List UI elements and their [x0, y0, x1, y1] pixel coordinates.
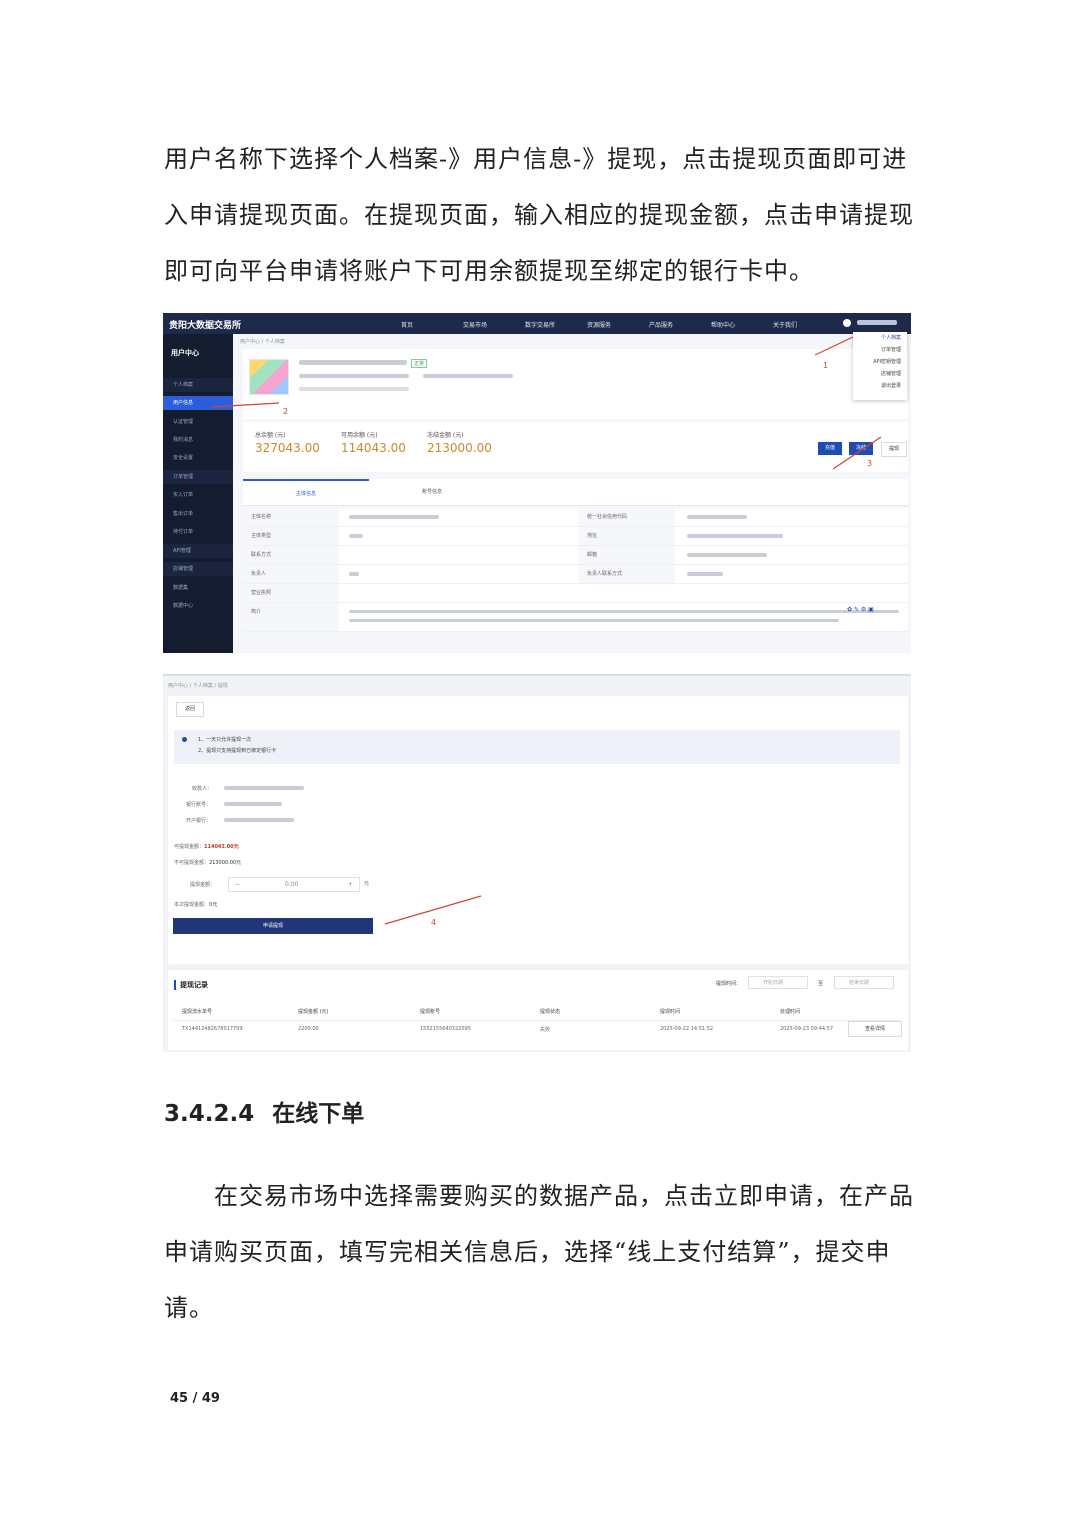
- withdraw-screenshot: 用户中心 / 个人档案 / 提现 返回 1、一天只允许提现一次 2、提现只支持提…: [163, 674, 911, 1052]
- table-cell: 2025-09-22 14:51:52: [660, 1026, 714, 1032]
- table-cell: 1552155640322095: [420, 1026, 471, 1032]
- column-header: 提现状态: [540, 1009, 561, 1015]
- table-divider: [174, 1020, 900, 1021]
- column-header: 提现流水单号: [182, 1009, 213, 1015]
- record-title: 提现记录: [174, 980, 208, 990]
- annotation-arrows: [210, 336, 882, 470]
- withdraw-record-panel: 提现记录 提现时间： 开始日期 至 结束日期 提现流水单号 提现金额 (元) 提…: [168, 970, 908, 1050]
- end-date-input[interactable]: 结束日期: [834, 976, 894, 989]
- arrow-2: [210, 402, 280, 408]
- column-header: 提现账号: [420, 1009, 441, 1015]
- annotation-label: 1: [823, 361, 829, 370]
- column-header: 提现时间: [660, 1009, 681, 1015]
- column-header: 处理时间: [780, 1009, 801, 1015]
- arrow-3: [832, 436, 882, 470]
- section-number: 3.4.2.4: [164, 1101, 255, 1127]
- start-date-input[interactable]: 开始日期: [748, 976, 808, 989]
- table-cell: 2025-09-23 09:44:57: [780, 1026, 834, 1032]
- table-cell: TX14412482678017709: [182, 1026, 243, 1032]
- page-number: 45 / 49: [170, 1391, 220, 1406]
- date-separator: 至: [818, 981, 824, 987]
- annotation-label: 2: [283, 407, 289, 416]
- column-header: 提现金额 (元): [298, 1009, 329, 1015]
- section-title: 在线下单: [272, 1101, 365, 1127]
- filter-label: 提现时间：: [716, 981, 742, 987]
- table-cell: 失败: [540, 1027, 551, 1033]
- intro-paragraph: 用户名称下选择个人档案-》用户信息-》提现，点击提现页面即可进入申请提现页面。在…: [164, 145, 914, 285]
- section-heading: 3.4.2.4 在线下单: [164, 1094, 364, 1128]
- annotation-label: 3: [867, 459, 873, 468]
- view-detail-button[interactable]: 查看详情: [848, 1021, 902, 1037]
- table-cell: 2200.00: [298, 1026, 319, 1032]
- annotation-label: 4: [431, 918, 437, 927]
- user-info-screenshot: 贵阳大数据交易所 首页 交易市场 数字交易所 资源服务 产品服务 帮助中心 关于…: [163, 313, 911, 653]
- order-paragraph: 在交易市场中选择需要购买的数据产品，点击立即申请，在产品申请购买页面，填写完相关…: [164, 1182, 914, 1322]
- arrow-1: [814, 336, 854, 356]
